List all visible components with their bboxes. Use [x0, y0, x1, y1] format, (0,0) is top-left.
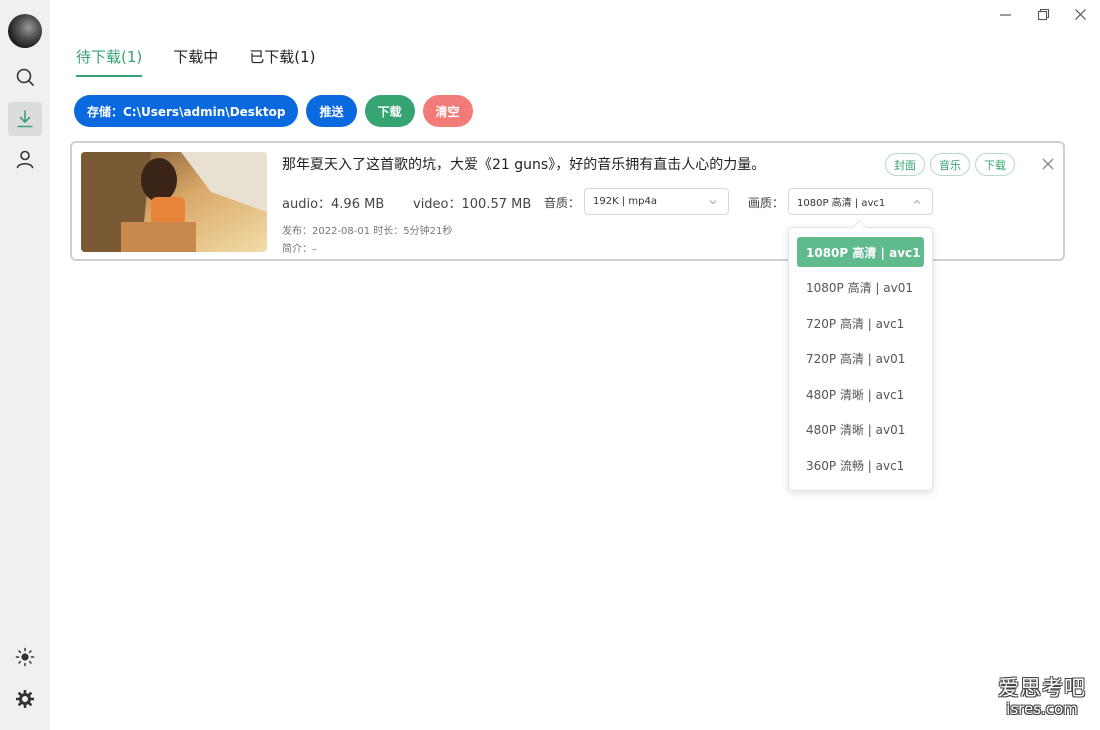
avatar[interactable] — [8, 14, 42, 48]
watermark-url: isres.com — [1006, 700, 1078, 718]
audio-quality-select[interactable]: 192K | mp4a — [584, 188, 729, 215]
tab-pending[interactable]: 待下载(1) — [76, 46, 143, 78]
music-tag-button[interactable]: 音乐 — [930, 153, 970, 176]
remove-item-button[interactable] — [1040, 156, 1056, 172]
push-button[interactable]: 推送 — [306, 95, 357, 127]
restore-button[interactable] — [1033, 4, 1053, 24]
tab-downloaded[interactable]: 已下载(1) — [249, 46, 315, 78]
close-icon — [1074, 8, 1086, 20]
minimize-icon — [999, 13, 1011, 16]
sidebar-user-button[interactable] — [8, 142, 42, 176]
audio-size-label: audio： — [282, 197, 332, 212]
cover-tag-button[interactable]: 封面 — [885, 153, 925, 176]
download-tag-button[interactable]: 下载 — [975, 153, 1015, 176]
video-size-info: video：100.57 MB — [413, 193, 531, 212]
quality-option[interactable]: 720P 高清 | av01 — [797, 343, 924, 373]
video-thumbnail — [81, 152, 267, 252]
download-all-button[interactable]: 下载 — [364, 95, 415, 127]
watermark: 爱思考吧 isres.com — [998, 672, 1086, 718]
download-tabs: 待下载(1) 下载中 已下载(1) — [76, 46, 316, 78]
quality-option[interactable]: 480P 清晰 | av01 — [797, 414, 924, 444]
item-tag-group: 封面 音乐 下载 — [885, 153, 1015, 176]
audio-size-value: 4.96 MB — [331, 197, 385, 212]
chevron-down-icon — [709, 200, 717, 205]
close-icon — [1042, 158, 1054, 170]
audio-size-info: audio：4.96 MB — [282, 193, 384, 212]
quality-option[interactable]: 360P 流畅 | avc1 — [797, 450, 924, 480]
audio-quality-value: 192K | mp4a — [593, 196, 657, 207]
tab-downloading[interactable]: 下载中 — [173, 46, 218, 78]
theme-sun-icon — [15, 647, 35, 667]
close-window-button[interactable] — [1070, 4, 1090, 24]
quality-option[interactable]: 1080P 高清 | avc1 — [797, 237, 924, 267]
minimize-button[interactable] — [995, 4, 1015, 24]
chevron-up-icon — [913, 199, 921, 204]
quality-option[interactable]: 480P 清晰 | avc1 — [797, 379, 924, 409]
publish-info: 发布：2022-08-01 时长：5分钟21秒 — [282, 226, 453, 237]
sidebar — [0, 0, 50, 730]
quality-option[interactable]: 720P 高清 | avc1 — [797, 308, 924, 338]
storage-path-button[interactable]: 存储：C:\Users\admin\Desktop — [74, 95, 299, 127]
audio-quality-label: 音质： — [544, 196, 581, 210]
action-bar: 存储：C:\Users\admin\Desktop 推送 下载 清空 — [74, 95, 473, 127]
video-quality-dropdown: 1080P 高清 | avc1 1080P 高清 | av01 720P 高清 … — [788, 227, 933, 491]
video-title: 那年夏天入了这首歌的坑，大爱《21 guns》，好的音乐拥有直击人心的力量。 — [282, 157, 766, 173]
download-icon — [17, 110, 33, 128]
clear-button[interactable]: 清空 — [422, 95, 473, 127]
video-quality-label: 画质： — [748, 196, 785, 210]
video-size-label: video： — [413, 197, 462, 212]
sidebar-search-button[interactable] — [8, 60, 42, 94]
sidebar-settings-button[interactable] — [8, 682, 42, 716]
settings-gear-icon — [16, 690, 34, 708]
intro-info: 简介：– — [282, 244, 317, 255]
quality-option[interactable]: 1080P 高清 | av01 — [797, 272, 924, 302]
restore-icon — [1037, 8, 1049, 20]
watermark-title: 爱思考吧 — [998, 676, 1086, 700]
sidebar-download-button[interactable] — [8, 102, 42, 136]
sidebar-theme-button[interactable] — [8, 640, 42, 674]
video-quality-select[interactable]: 1080P 高清 | avc1 — [788, 188, 933, 215]
user-icon — [16, 150, 34, 169]
search-icon — [16, 68, 34, 86]
video-size-value: 100.57 MB — [461, 197, 532, 212]
video-quality-value: 1080P 高清 | avc1 — [797, 198, 886, 209]
